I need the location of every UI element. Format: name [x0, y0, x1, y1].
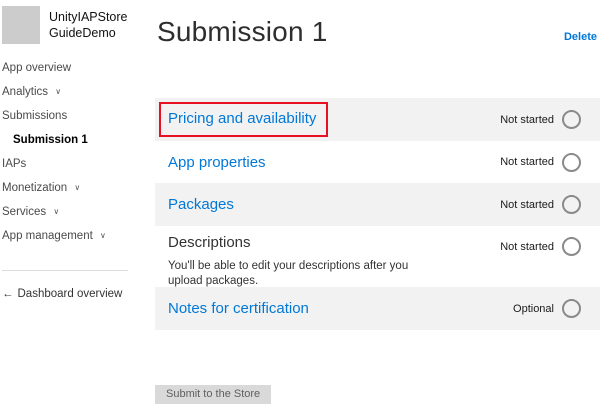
sidebar-divider	[2, 270, 128, 271]
main-content: Submission 1 Delete Pricing and availabi…	[155, 0, 600, 406]
notes-for-certification-link[interactable]: Notes for certification	[168, 300, 309, 317]
back-link-label: Dashboard overview	[18, 288, 123, 300]
sidebar-item-label: App management	[2, 230, 93, 242]
app-icon	[2, 6, 40, 44]
app-header: UnityIAPStore GuideDemo	[0, 0, 148, 44]
chevron-down-icon: ∨	[100, 231, 106, 240]
status-group: Not started	[500, 110, 600, 129]
row-packages: Packages Not started	[155, 183, 600, 226]
status-circle-icon	[562, 237, 581, 256]
sidebar-item-services[interactable]: Services ∨	[0, 205, 148, 220]
chevron-down-icon: ∨	[53, 207, 59, 216]
status-group: Not started	[500, 195, 600, 214]
sidebar-item-label: Monetization	[2, 182, 67, 194]
status-label: Optional	[513, 303, 554, 315]
pricing-and-availability-link[interactable]: Pricing and availability	[168, 110, 316, 127]
app-name-line1: UnityIAPStore	[49, 9, 128, 25]
sidebar-item-label: Submission 1	[13, 134, 88, 146]
app-name: UnityIAPStore GuideDemo	[40, 6, 128, 44]
status-circle-icon	[562, 153, 581, 172]
sidebar-item-dashboard-overview[interactable]: ← Dashboard overview	[2, 288, 148, 300]
status-group: Not started	[500, 153, 600, 172]
status-circle-icon	[562, 299, 581, 318]
submission-page: UnityIAPStore GuideDemo App overview Ana…	[0, 0, 600, 406]
chevron-down-icon: ∨	[55, 87, 61, 96]
sidebar-item-label: Analytics	[2, 86, 48, 98]
sidebar-item-label: IAPs	[2, 158, 26, 170]
status-group: Not started	[500, 226, 600, 256]
sidebar-item-submissions[interactable]: Submissions	[0, 109, 148, 124]
sidebar-item-monetization[interactable]: Monetization ∨	[0, 181, 148, 196]
highlight-box: Pricing and availability	[159, 102, 328, 137]
status-label: Not started	[500, 114, 554, 126]
row-descriptions: Descriptions You'll be able to edit your…	[155, 226, 600, 287]
row-pricing-and-availability: Pricing and availability Not started	[155, 98, 600, 141]
sidebar-item-app-overview[interactable]: App overview	[0, 61, 148, 76]
sidebar-nav: App overview Analytics ∨ Submissions Sub…	[0, 61, 148, 300]
status-group: Optional	[513, 299, 600, 318]
status-label: Not started	[500, 199, 554, 211]
descriptions-title: Descriptions	[168, 234, 440, 251]
sidebar-item-label: App overview	[2, 62, 71, 74]
back-arrow-icon: ←	[2, 288, 14, 300]
sidebar-item-submission-1[interactable]: Submission 1	[0, 133, 148, 148]
descriptions-text-block: Descriptions You'll be able to edit your…	[168, 226, 440, 289]
packages-link[interactable]: Packages	[168, 196, 234, 213]
sidebar-item-label: Services	[2, 206, 46, 218]
chevron-down-icon: ∨	[74, 183, 80, 192]
sidebar-item-app-management[interactable]: App management ∨	[0, 229, 148, 244]
status-label: Not started	[500, 156, 554, 168]
status-circle-icon	[562, 110, 581, 129]
delete-button[interactable]: Delete	[564, 31, 597, 43]
sidebar: UnityIAPStore GuideDemo App overview Ana…	[0, 0, 148, 406]
app-name-line2: GuideDemo	[49, 25, 128, 41]
sidebar-item-iaps[interactable]: IAPs	[0, 157, 148, 172]
app-properties-link[interactable]: App properties	[168, 154, 266, 171]
page-title: Submission 1	[157, 16, 327, 48]
row-notes-for-certification: Notes for certification Optional	[155, 287, 600, 330]
submit-to-store-button[interactable]: Submit to the Store	[155, 385, 271, 404]
submission-checklist: Pricing and availability Not started App…	[155, 98, 600, 330]
row-app-properties: App properties Not started	[155, 141, 600, 183]
main-header: Submission 1 Delete	[155, 0, 600, 98]
status-label: Not started	[500, 241, 554, 253]
sidebar-item-label: Submissions	[2, 110, 67, 122]
descriptions-subtext: You'll be able to edit your descriptions…	[168, 259, 440, 289]
status-circle-icon	[562, 195, 581, 214]
sidebar-item-analytics[interactable]: Analytics ∨	[0, 85, 148, 100]
